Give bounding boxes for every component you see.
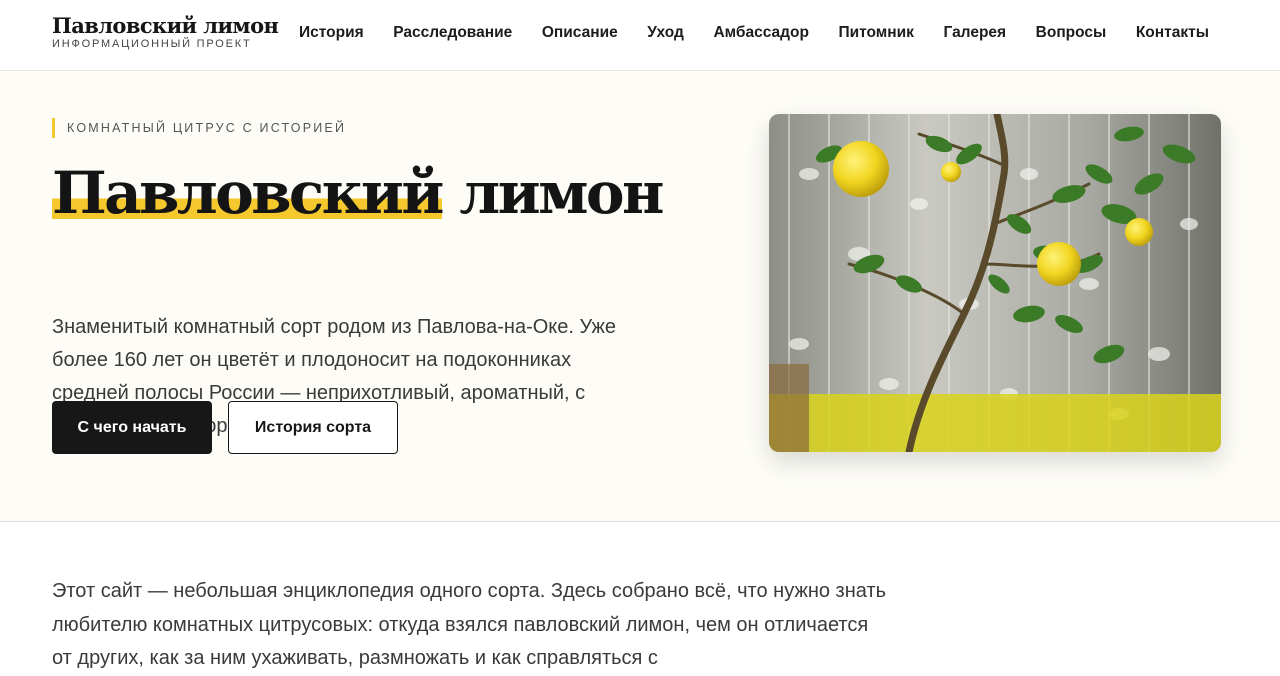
nav-item-care[interactable]: Уход — [647, 23, 684, 43]
main-nav: История Расследование Описание Уход Амба… — [299, 23, 1209, 43]
logo-title: Павловский лимон — [52, 13, 279, 38]
nav-item-contacts[interactable]: Контакты — [1136, 23, 1209, 43]
variety-history-button[interactable]: История сорта — [228, 401, 398, 454]
logo-subtitle: ИНФОРМАЦИОННЫЙ ПРОЕКТ — [52, 38, 252, 50]
nav-item-ambassador[interactable]: Амбассадор — [713, 23, 808, 43]
nav-item-description[interactable]: Описание — [542, 23, 618, 43]
intro-text: Этот сайт — небольшая энциклопедия одног… — [52, 580, 887, 669]
hero-title: Павловский лимон — [52, 153, 664, 233]
hero-title-highlight: Павловский — [52, 159, 444, 227]
lemon-tree-illustration — [769, 114, 1221, 452]
site-header: Павловский лимон ИНФОРМАЦИОННЫЙ ПРОЕКТ И… — [0, 0, 1280, 71]
hero-section: КОМНАТНЫЙ ЦИТРУС С ИСТОРИЕЙ Павловский л… — [0, 71, 1280, 522]
nav-item-investigation[interactable]: Расследование — [393, 23, 512, 43]
start-button[interactable]: С чего начать — [52, 401, 212, 454]
site-logo[interactable]: Павловский лимон ИНФОРМАЦИОННЫЙ ПРОЕКТ — [52, 13, 279, 51]
hero-eyebrow: КОМНАТНЫЙ ЦИТРУС С ИСТОРИЕЙ — [52, 118, 346, 138]
nav-item-gallery[interactable]: Галерея — [943, 23, 1006, 43]
nav-item-questions[interactable]: Вопросы — [1036, 23, 1107, 43]
nav-item-history[interactable]: История — [299, 23, 364, 43]
nav-item-nursery[interactable]: Питомник — [838, 23, 913, 43]
lemon-tree-photo — [769, 114, 1221, 452]
hero-title-rest: лимон — [441, 159, 664, 227]
